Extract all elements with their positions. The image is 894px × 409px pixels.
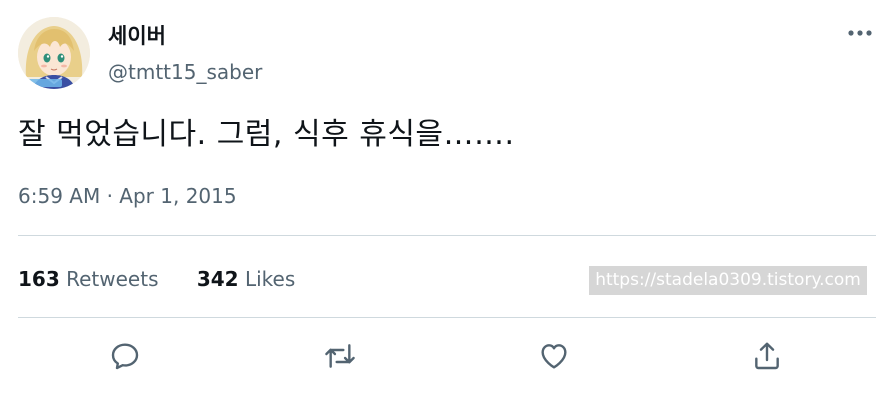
anime-character-avatar-icon bbox=[18, 17, 90, 89]
action-bar bbox=[0, 334, 894, 378]
heart-icon bbox=[541, 344, 567, 369]
more-options-button[interactable] bbox=[840, 20, 880, 46]
retweet-button[interactable] bbox=[318, 334, 362, 378]
tweet-timestamp[interactable]: 6:59 AM · Apr 1, 2015 bbox=[18, 181, 237, 211]
likes-label: Likes bbox=[244, 267, 296, 291]
share-button[interactable] bbox=[745, 334, 789, 378]
retweet-icon bbox=[325, 344, 355, 368]
retweets-stat[interactable]: 163 Retweets bbox=[18, 264, 158, 294]
likes-stat[interactable]: 342 Likes bbox=[197, 264, 295, 294]
display-name[interactable]: 세이버 bbox=[108, 22, 166, 50]
share-icon bbox=[755, 342, 779, 370]
divider bbox=[18, 235, 876, 236]
tweet-time[interactable]: 6:59 AM bbox=[18, 184, 100, 208]
tweet-date[interactable]: Apr 1, 2015 bbox=[119, 184, 236, 208]
tweet-text: 잘 먹었습니다. 그럼, 식후 휴식을……. bbox=[18, 117, 515, 152]
watermark: https://stadela0309.tistory.com bbox=[589, 266, 867, 295]
likes-count: 342 bbox=[196, 267, 239, 291]
engagement-stats: 163 Retweets 342 Likes bbox=[18, 264, 327, 294]
retweets-label: Retweets bbox=[66, 267, 159, 291]
like-button[interactable] bbox=[532, 334, 576, 378]
retweets-count: 163 bbox=[18, 267, 60, 291]
user-handle[interactable]: @tmtt15_saber bbox=[108, 58, 262, 86]
divider bbox=[18, 317, 876, 318]
tweet-card: 세이버 @tmtt15_saber 잘 먹었습니다. 그럼, 식후 휴식을…….… bbox=[0, 0, 894, 409]
reply-button[interactable] bbox=[103, 334, 147, 378]
reply-icon bbox=[111, 343, 139, 370]
more-dots-icon bbox=[848, 30, 872, 36]
timestamp-separator: · bbox=[100, 184, 120, 208]
avatar[interactable] bbox=[18, 17, 90, 89]
